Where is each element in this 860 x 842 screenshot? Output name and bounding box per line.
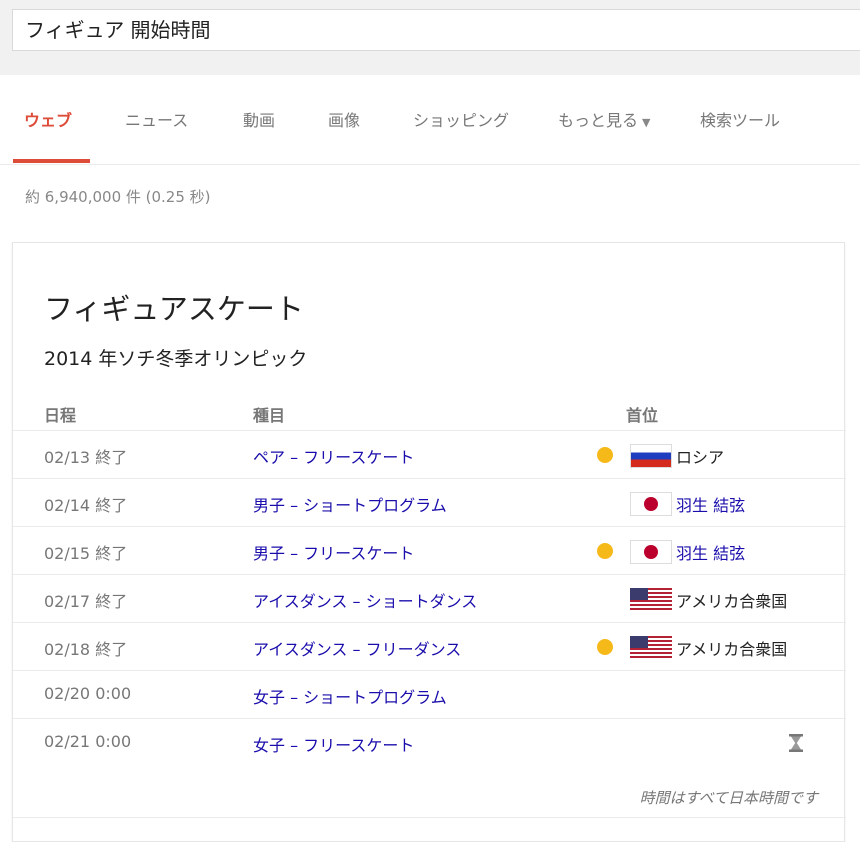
card-title: フィギュアスケート xyxy=(44,292,304,326)
event-date: 02/21 0:00 xyxy=(44,732,132,751)
timezone-footnote: 時間はすべて日本時間です xyxy=(639,789,818,807)
active-tab-indicator xyxy=(13,159,90,163)
winner-name[interactable]: 羽生 結弦 xyxy=(676,540,745,564)
usa-flag-icon xyxy=(630,588,672,612)
table-row: 02/18 終了 アイスダンス – フリーダンス アメリカ合衆国 xyxy=(13,622,846,670)
column-header-event: 種目 xyxy=(253,406,286,425)
caret-down-icon: ▼ xyxy=(642,116,651,129)
event-link[interactable]: ペア – フリースケート xyxy=(253,444,414,468)
event-link[interactable]: 女子 – ショートプログラム xyxy=(253,684,447,708)
hourglass-icon xyxy=(789,734,803,752)
event-date: 02/17 終了 xyxy=(44,592,128,611)
table-row: 02/17 終了 アイスダンス – ショートダンス アメリカ合衆国 xyxy=(13,574,846,622)
tab-more[interactable]: もっと見る ▼ xyxy=(558,107,650,131)
tab-web[interactable]: ウェブ xyxy=(24,107,72,131)
table-row: 02/13 終了 ペア – フリースケート ロシア xyxy=(13,430,846,478)
tab-news[interactable]: ニュース xyxy=(125,107,188,131)
event-date: 02/20 0:00 xyxy=(44,684,132,703)
tab-more-label: もっと見る xyxy=(558,111,639,130)
footer-divider xyxy=(13,817,846,818)
search-tabs: ウェブ ニュース 動画 画像 ショッピング もっと見る ▼ 検索ツール xyxy=(0,75,860,165)
event-link[interactable]: 男子 – ショートプログラム xyxy=(253,492,447,516)
gold-medal-icon xyxy=(597,543,613,559)
event-link[interactable]: 女子 – フリースケート xyxy=(253,732,414,756)
usa-flag-icon xyxy=(630,636,672,660)
table-row: 02/15 終了 男子 – フリースケート 羽生 結弦 xyxy=(13,526,846,574)
gold-medal-icon xyxy=(597,639,613,655)
japan-flag-icon xyxy=(630,492,672,516)
tab-shopping[interactable]: ショッピング xyxy=(413,107,509,131)
winner-name: アメリカ合衆国 xyxy=(676,640,788,659)
table-row: 02/21 0:00 女子 – フリースケート xyxy=(13,718,846,766)
result-stats: 約 6,940,000 件 (0.25 秒) xyxy=(25,188,211,206)
tab-images[interactable]: 画像 xyxy=(328,107,360,131)
event-date: 02/13 終了 xyxy=(44,448,128,467)
tab-search-tools[interactable]: 検索ツール xyxy=(700,107,780,131)
russia-flag-icon xyxy=(630,444,672,468)
tab-videos[interactable]: 動画 xyxy=(243,107,275,131)
event-date: 02/18 終了 xyxy=(44,640,128,659)
event-link[interactable]: 男子 – フリースケート xyxy=(253,540,414,564)
column-header-date: 日程 xyxy=(44,406,77,425)
table-row: 02/20 0:00 女子 – ショートプログラム xyxy=(13,670,846,718)
column-header-winner: 首位 xyxy=(626,406,659,425)
japan-flag-icon xyxy=(630,540,672,564)
table-row: 02/14 終了 男子 – ショートプログラム 羽生 結弦 xyxy=(13,478,846,526)
search-input[interactable]: フィギュア 開始時間 xyxy=(12,9,860,51)
card-subtitle: 2014 年ソチ冬季オリンピック xyxy=(44,348,308,370)
event-link[interactable]: アイスダンス – フリーダンス xyxy=(253,636,461,660)
event-date: 02/14 終了 xyxy=(44,496,128,515)
figure-skating-card: フィギュアスケート 2014 年ソチ冬季オリンピック 日程 種目 首位 02/1… xyxy=(12,242,846,842)
event-date: 02/15 終了 xyxy=(44,544,128,563)
event-link[interactable]: アイスダンス – ショートダンス xyxy=(253,588,477,612)
gold-medal-icon xyxy=(597,447,613,463)
search-header: フィギュア 開始時間 xyxy=(0,0,860,75)
winner-name: ロシア xyxy=(676,448,725,467)
winner-name[interactable]: 羽生 結弦 xyxy=(676,492,745,516)
winner-name: アメリカ合衆国 xyxy=(676,592,788,611)
